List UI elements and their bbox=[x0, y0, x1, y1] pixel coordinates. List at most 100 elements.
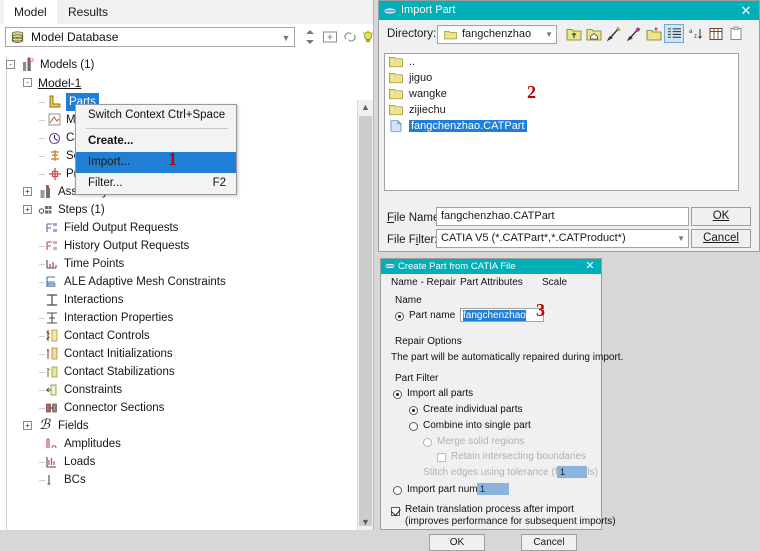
create-part-catia-dialog: Create Part from CATIA File ✕ Name - Rep… bbox=[380, 258, 623, 551]
file-list-item-selected[interactable]: fangchenzhao.CATPart bbox=[385, 118, 738, 134]
directory-value: fangchenzhao bbox=[462, 28, 532, 40]
directory-row: Directory: fangchenzhao ▼ a z bbox=[379, 20, 759, 50]
import-cancel-button[interactable]: Cancel bbox=[691, 229, 751, 248]
directory-combo[interactable]: fangchenzhao ▼ bbox=[437, 25, 557, 44]
import-all-parts-radio[interactable] bbox=[393, 390, 402, 399]
lightbulb-icon[interactable] bbox=[361, 29, 374, 45]
file-list-item[interactable]: .. bbox=[385, 54, 738, 70]
time-points-icon bbox=[46, 260, 57, 269]
toggle-expand-icon[interactable]: + bbox=[23, 421, 32, 430]
constraints-icon bbox=[46, 384, 57, 396]
create-individual-parts-radio[interactable] bbox=[409, 406, 418, 415]
tab-results[interactable]: Results bbox=[58, 0, 119, 24]
import-part-number-input[interactable]: 1 bbox=[477, 483, 509, 495]
tree-node-label: ALE Adaptive Mesh Constraints bbox=[64, 276, 226, 288]
svg-text:2: 2 bbox=[31, 58, 34, 64]
combine-single-part-radio[interactable] bbox=[409, 422, 418, 431]
import-part-number-radio[interactable] bbox=[393, 486, 402, 495]
catia-dialog-titlebar[interactable]: Create Part from CATIA File ✕ bbox=[381, 259, 601, 274]
pick-folder-icon[interactable] bbox=[606, 26, 622, 42]
tree-node-label: Time Points bbox=[64, 258, 125, 270]
tab-name-repair[interactable]: Name - Repair bbox=[385, 274, 463, 292]
file-list-item[interactable]: jiguo bbox=[385, 70, 738, 86]
tree-vertical-scrollbar[interactable]: ▲ ▼ bbox=[357, 100, 373, 530]
grid-view-icon[interactable] bbox=[708, 26, 724, 42]
part-name-radio[interactable] bbox=[395, 312, 404, 321]
model-database-combo[interactable]: Model Database ▼ bbox=[5, 27, 295, 47]
scrollbar-thumb[interactable] bbox=[359, 116, 372, 526]
catia-dialog-body: Name Part name fangchenzhao Repair Optio… bbox=[381, 291, 623, 551]
file-icon bbox=[390, 120, 402, 132]
create-model-icon[interactable] bbox=[322, 29, 338, 45]
file-name: zijiechu bbox=[409, 104, 446, 116]
step-marker-3: 3 bbox=[536, 300, 545, 320]
amplitudes-icon bbox=[46, 438, 57, 449]
chevron-down-icon[interactable]: ▼ bbox=[677, 234, 685, 243]
tree-branch-line bbox=[39, 120, 45, 121]
svg-text:a: a bbox=[689, 29, 693, 35]
file-name-input[interactable]: fangchenzhao.CATPart bbox=[436, 207, 689, 226]
import-ok-button[interactable]: OK bbox=[691, 207, 751, 226]
tab-part-attributes[interactable]: Part Attributes bbox=[454, 274, 529, 291]
toggle-collapse-icon[interactable]: - bbox=[23, 78, 32, 87]
file-name-label: File Name: bbox=[387, 212, 443, 224]
step-marker-2: 2 bbox=[527, 82, 536, 102]
tree-guide-line bbox=[6, 56, 7, 530]
file-filter-combo[interactable]: CATIA V5 (*.CATPart*,*.CATProduct*) ▼ bbox=[436, 229, 689, 248]
repair-description: The part will be automatically repaired … bbox=[391, 352, 624, 363]
new-folder-icon[interactable] bbox=[646, 26, 662, 42]
toggle-expand-icon[interactable]: + bbox=[23, 187, 32, 196]
close-icon[interactable]: ✕ bbox=[739, 1, 753, 20]
toggle-collapse-icon[interactable]: - bbox=[6, 60, 15, 69]
clipboard-icon[interactable] bbox=[728, 26, 744, 42]
chevron-down-icon[interactable]: ▼ bbox=[545, 30, 553, 39]
tree-node-label: Model-1 bbox=[38, 76, 82, 90]
connector-sections-icon bbox=[46, 403, 57, 413]
tab-model[interactable]: Model bbox=[4, 0, 57, 24]
svg-text:z: z bbox=[694, 34, 697, 40]
sections-icon bbox=[51, 150, 59, 161]
toggle-expand-icon[interactable]: + bbox=[23, 205, 32, 214]
retain-translation-checkbox[interactable] bbox=[391, 507, 400, 516]
sort-order-icon[interactable]: a z bbox=[688, 26, 704, 42]
menu-item-create[interactable]: Create... bbox=[76, 131, 236, 152]
link-icon[interactable] bbox=[342, 29, 358, 45]
spinner-updown-icon[interactable] bbox=[302, 29, 318, 45]
home-folder-icon[interactable] bbox=[586, 26, 602, 42]
detail-list-button[interactable] bbox=[664, 24, 684, 43]
parts-icon bbox=[49, 95, 61, 108]
folder-icon bbox=[389, 89, 403, 100]
retain-intersecting-boundaries-label: Retain intersecting boundaries bbox=[451, 451, 587, 462]
interaction-props-icon bbox=[47, 312, 57, 324]
part-name-input[interactable]: fangchenzhao bbox=[460, 308, 544, 322]
create-individual-parts-label: Create individual parts bbox=[423, 404, 523, 415]
file-list[interactable]: .. jiguo wangke zijiechu fangchenzhao.CA… bbox=[384, 53, 739, 191]
tree-node-label: Interactions bbox=[64, 294, 124, 306]
retain-intersecting-boundaries-checkbox bbox=[437, 453, 446, 462]
retain-translation-line2: (improves performance for subsequent imp… bbox=[405, 516, 616, 527]
folder-icon bbox=[389, 105, 403, 116]
tree-node-label: Contact Controls bbox=[64, 330, 150, 342]
close-icon[interactable]: ✕ bbox=[583, 259, 597, 274]
materials-icon bbox=[48, 113, 61, 126]
file-name: fangchenzhao.CATPart bbox=[409, 120, 527, 132]
favorite-pin-icon[interactable] bbox=[626, 26, 642, 42]
chevron-down-icon[interactable]: ▼ bbox=[280, 32, 292, 44]
contact-stab-icon bbox=[46, 366, 58, 378]
menu-item-filter[interactable]: Filter... F2 bbox=[76, 173, 236, 194]
catia-ok-button[interactable]: OK bbox=[429, 534, 485, 551]
scroll-down-icon[interactable]: ▼ bbox=[358, 515, 373, 530]
parent-folder-icon[interactable] bbox=[566, 26, 582, 42]
menu-item-switch-context[interactable]: Switch Context Ctrl+Space bbox=[76, 105, 236, 126]
menu-item-import[interactable]: Import... bbox=[76, 152, 236, 173]
import-dialog-titlebar[interactable]: Import Part ✕ bbox=[379, 1, 759, 20]
repair-options-label: Repair Options bbox=[395, 336, 462, 347]
file-list-item[interactable]: zijiechu bbox=[385, 102, 738, 118]
catia-cancel-button[interactable]: Cancel bbox=[521, 534, 577, 551]
tree-node-label: Interaction Properties bbox=[64, 312, 174, 324]
scroll-up-icon[interactable]: ▲ bbox=[358, 100, 373, 115]
step-marker-1: 1 bbox=[168, 149, 177, 169]
tree-node-label: Field Output Requests bbox=[64, 222, 179, 234]
file-list-item[interactable]: wangke bbox=[385, 86, 738, 102]
tab-scale[interactable]: Scale bbox=[536, 274, 573, 291]
